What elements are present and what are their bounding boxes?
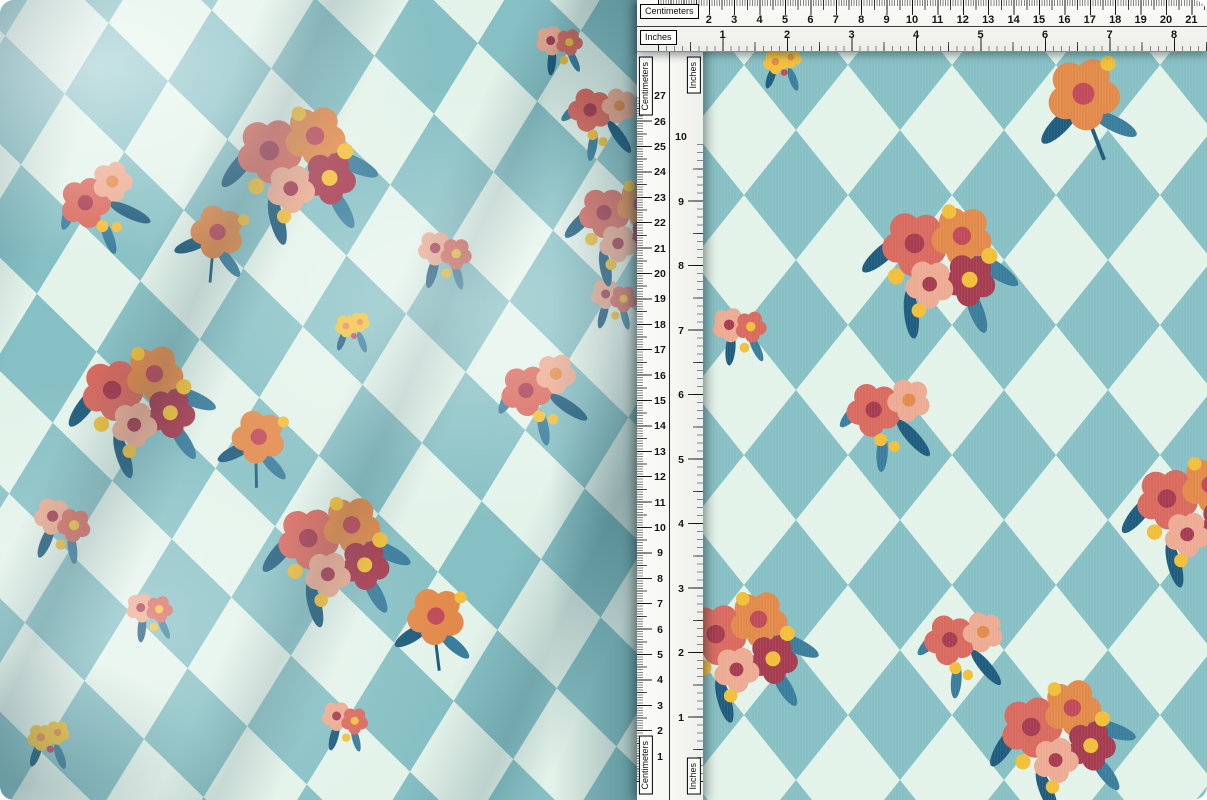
vertical-ruler: Centimeters Inches Centimeters Inches 12… <box>637 0 703 800</box>
ruler-number: 5 <box>977 29 983 41</box>
vertical-ruler-divider <box>669 0 670 800</box>
ruler-number: 5 <box>678 454 684 466</box>
ruler-number: 7 <box>678 325 684 337</box>
ruler-number: 19 <box>1134 14 1146 26</box>
ruler-number: 26 <box>654 116 666 128</box>
ruler-number: 2 <box>784 29 790 41</box>
vertical-inches-label-bottom: Inches <box>687 758 701 795</box>
ruler-number: 13 <box>654 446 666 458</box>
ruler-number: 6 <box>807 14 813 26</box>
ruler-number: 14 <box>654 420 666 432</box>
ruler-number: 4 <box>678 518 684 530</box>
ruler-number: 2 <box>657 725 663 737</box>
vertical-cm-label-bottom: Centimeters <box>639 736 653 795</box>
fabric-pattern-draped-svg <box>0 0 640 800</box>
ruler-number: 6 <box>1042 29 1048 41</box>
ruler-number: 20 <box>654 268 666 280</box>
horizontal-inch-ticks <box>658 37 1207 51</box>
ruler-number: 4 <box>913 29 919 41</box>
ruler-number: 8 <box>678 260 684 272</box>
ruler-number: 9 <box>678 196 684 208</box>
ruler-number: 25 <box>654 141 666 153</box>
ruler-number: 16 <box>654 370 666 382</box>
ruler-number: 8 <box>1171 29 1177 41</box>
ruler-number: 7 <box>833 14 839 26</box>
ruler-number: 10 <box>654 522 666 534</box>
ruler-number: 9 <box>884 14 890 26</box>
vertical-inches-label-top: Inches <box>687 57 701 94</box>
ruler-number: 6 <box>657 624 663 636</box>
horizontal-cm-label: Centimeters <box>640 4 699 19</box>
ruler-number: 27 <box>654 90 666 102</box>
ruler-number: 7 <box>657 598 663 610</box>
ruler-number: 21 <box>1185 14 1197 26</box>
ruler-number: 3 <box>657 700 663 712</box>
fabric-pattern-flat-svg <box>640 0 1207 800</box>
ruler-number: 11 <box>932 14 944 26</box>
ruler-number: 19 <box>654 293 666 305</box>
ruler-number: 23 <box>654 192 666 204</box>
ruler-number: 5 <box>657 649 663 661</box>
vertical-cm-label-top: Centimeters <box>639 57 653 116</box>
vertical-cm-ticks <box>637 96 652 782</box>
ruler-number: 16 <box>1058 14 1070 26</box>
ruler-number: 12 <box>957 14 969 26</box>
ruler-number: 17 <box>654 344 666 356</box>
ruler-number: 4 <box>657 674 663 686</box>
ruler-number: 2 <box>706 14 712 26</box>
ruler-number: 22 <box>654 217 666 229</box>
ruler-number: 17 <box>1084 14 1096 26</box>
horizontal-cm-ticks <box>658 0 1207 15</box>
ruler-number: 1 <box>657 751 663 763</box>
ruler-number: 12 <box>654 471 666 483</box>
horizontal-inches-label: Inches <box>640 30 677 45</box>
ruler-number: 6 <box>678 389 684 401</box>
ruler-number: 1 <box>678 712 684 724</box>
ruler-number: 15 <box>654 395 666 407</box>
fabric-draped-section <box>0 0 640 800</box>
ruler-number: 3 <box>848 29 854 41</box>
ruler-number: 5 <box>782 14 788 26</box>
horizontal-ruler: Centimeters Inches 234567891011121314151… <box>637 0 1207 52</box>
ruler-number: 21 <box>654 243 666 255</box>
horizontal-ruler-divider <box>637 26 1207 27</box>
ruler-number: 15 <box>1033 14 1045 26</box>
ruler-number: 18 <box>654 319 666 331</box>
ruler-number: 10 <box>675 131 687 143</box>
ruler-number: 20 <box>1160 14 1172 26</box>
ruler-number: 13 <box>982 14 994 26</box>
ruler-number: 8 <box>858 14 864 26</box>
ruler-number: 8 <box>657 573 663 585</box>
fabric-product-photo: Centimeters Inches Centimeters Inches 12… <box>0 0 1207 800</box>
fabric-flat-section <box>640 0 1207 800</box>
ruler-number: 1 <box>719 29 725 41</box>
ruler-number: 4 <box>757 14 763 26</box>
ruler-number: 3 <box>731 14 737 26</box>
ruler-number: 14 <box>1007 14 1019 26</box>
ruler-number: 18 <box>1109 14 1121 26</box>
vertical-inch-ticks <box>688 137 703 782</box>
ruler-number: 7 <box>1106 29 1112 41</box>
ruler-number: 10 <box>906 14 918 26</box>
ruler-number: 24 <box>654 166 666 178</box>
ruler-number: 2 <box>678 647 684 659</box>
ruler-number: 11 <box>654 497 665 509</box>
ruler-number: 9 <box>657 547 663 559</box>
ruler-number: 3 <box>678 583 684 595</box>
